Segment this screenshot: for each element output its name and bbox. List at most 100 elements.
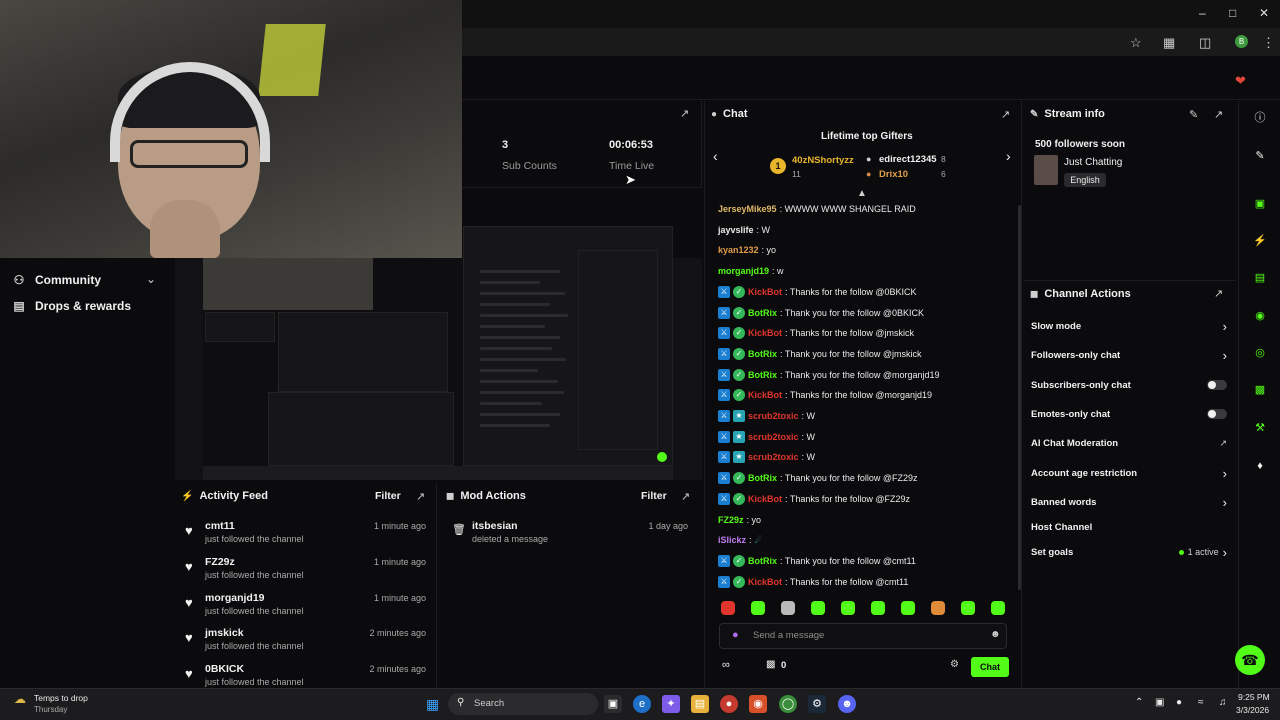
infinity-icon[interactable]: ∞ (722, 659, 730, 671)
chevron-down-icon[interactable]: ⌄ (146, 272, 156, 286)
chat-username[interactable]: BotRix (748, 556, 777, 566)
chat-scrollbar[interactable] (1018, 205, 1021, 590)
channel-action-item[interactable]: Followers-only chat › (1031, 347, 1227, 363)
channel-action-item[interactable]: Banned words › (1031, 494, 1227, 510)
pencil-icon[interactable]: ✎ (1251, 147, 1269, 165)
chat-username[interactable]: iSlickz (718, 535, 746, 545)
popout-icon[interactable]: ↗ (1214, 108, 1223, 121)
send-chat-button[interactable]: Chat (971, 657, 1009, 677)
channel-action-item[interactable]: Set goals 1 active › (1031, 544, 1227, 560)
copilot-icon[interactable]: ✦ (662, 695, 680, 713)
chat-username[interactable]: BotRix (748, 370, 777, 380)
wifi-icon[interactable]: ≈ (1198, 697, 1204, 708)
chat-bubble-icon[interactable]: ◉ (1251, 307, 1269, 325)
channel-action-item[interactable]: Subscribers-only chat (1031, 377, 1227, 393)
popout-icon[interactable]: ↗ (416, 490, 425, 503)
chevron-up-icon[interactable]: ⌃ (1135, 697, 1143, 708)
chevron-right-icon[interactable]: › (1223, 319, 1227, 334)
emote-icon[interactable] (841, 601, 855, 615)
discord-icon[interactable]: ☻ (838, 695, 856, 713)
weather-title[interactable]: Temps to drop (34, 693, 88, 703)
filter-button[interactable]: Filter (375, 490, 401, 502)
sidebar-item-community[interactable]: ⚇ Community (12, 273, 101, 287)
volume-icon[interactable]: ♫ (1219, 697, 1227, 708)
external-link-icon[interactable]: ↗ (1219, 438, 1227, 449)
emote-icon[interactable] (961, 601, 975, 615)
chrome-icon[interactable]: ◯ (779, 695, 797, 713)
emote-icon[interactable] (811, 601, 825, 615)
channel-action-item[interactable]: Host Channel (1031, 519, 1227, 535)
channel-action-item[interactable]: Emotes-only chat (1031, 406, 1227, 422)
emote-icon[interactable] (901, 601, 915, 615)
microphone-icon[interactable]: ● (732, 629, 739, 641)
chat-username[interactable]: KickBot (748, 390, 782, 400)
feed-username[interactable]: 0BKICK (205, 663, 244, 675)
microphone-tray-icon[interactable]: ● (1176, 697, 1182, 708)
popout-icon[interactable]: ↗ (1214, 287, 1223, 300)
chat-username[interactable]: morganjd19 (718, 266, 769, 276)
chevron-right-icon[interactable]: › (1223, 348, 1227, 363)
feed-username[interactable]: cmt11 (205, 520, 235, 532)
close-icon[interactable]: ✕ (1259, 6, 1269, 20)
emote-icon[interactable] (721, 601, 735, 615)
more-menu-icon[interactable]: ⋮ (1262, 35, 1275, 51)
toggle-switch[interactable] (1207, 380, 1227, 390)
chevron-right-icon[interactable]: › (1223, 466, 1227, 481)
popout-icon[interactable]: ↗ (680, 107, 689, 120)
info-icon[interactable]: ⓘ (1251, 109, 1269, 127)
obs-icon[interactable]: ◉ (749, 695, 767, 713)
store-icon[interactable]: ▩ (766, 659, 775, 670)
edge-browser-icon[interactable]: e (633, 695, 651, 713)
steam-icon[interactable]: ⚙ (808, 695, 826, 713)
clock-date[interactable]: 3/3/2026 (1236, 705, 1269, 715)
bookmark-star-icon[interactable]: ☆ (1130, 35, 1142, 51)
help-button[interactable]: ☎ (1235, 645, 1265, 675)
clipboard-icon[interactable]: ▤ (1251, 269, 1269, 287)
chat-username[interactable]: scrub2toxic (748, 411, 799, 421)
feed-username[interactable]: jmskick (205, 627, 244, 639)
emote-icon[interactable] (781, 601, 795, 615)
emote-icon[interactable] (751, 601, 765, 615)
chevron-right-icon[interactable]: › (1223, 495, 1227, 510)
chat-username[interactable]: scrub2toxic (748, 432, 799, 442)
emoji-icon[interactable]: ☻ (990, 629, 1001, 640)
wrench-icon[interactable]: ⚒ (1251, 419, 1269, 437)
chat-username[interactable]: FZ29z (718, 515, 744, 525)
taskbar-search[interactable]: ⚲ Search (448, 693, 598, 715)
edit-icon[interactable]: ✎ (1189, 108, 1198, 121)
tray-app-icon[interactable]: ▣ (1155, 697, 1164, 708)
emote-icon[interactable] (871, 601, 885, 615)
popout-icon[interactable]: ↗ (681, 490, 690, 503)
emote-icon[interactable] (991, 601, 1005, 615)
broadcast-icon[interactable]: ◎ (1251, 344, 1269, 362)
chat-username[interactable]: jayvslife (718, 225, 754, 235)
channel-action-item[interactable]: Account age restriction › (1031, 465, 1227, 481)
sidebar-item-drops[interactable]: ▤ Drops & rewards (12, 299, 131, 313)
chat-input[interactable]: ● Send a message ☻ (719, 623, 1007, 649)
filter-button[interactable]: Filter (641, 490, 667, 502)
mod-username[interactable]: itsbesian (472, 520, 518, 532)
chat-username[interactable]: scrub2toxic (748, 452, 799, 462)
task-view-icon[interactable]: ▣ (604, 695, 622, 713)
chevron-right-icon[interactable]: › (1223, 545, 1227, 560)
emote-icon[interactable] (931, 601, 945, 615)
lightning-icon[interactable]: ⚡ (1251, 232, 1269, 250)
layout-icon[interactable]: ▩ (1251, 381, 1269, 399)
maximize-icon[interactable]: □ (1229, 6, 1236, 20)
file-explorer-icon[interactable]: ▤ (691, 695, 709, 713)
stream-category[interactable]: Just Chatting (1064, 157, 1122, 168)
chat-username[interactable]: KickBot (748, 577, 782, 587)
chat-username[interactable]: BotRix (748, 473, 777, 483)
chat-username[interactable]: BotRix (748, 349, 777, 359)
channel-action-item[interactable]: Slow mode › (1031, 318, 1227, 334)
clock-time[interactable]: 9:25 PM (1238, 692, 1270, 702)
profile-avatar[interactable]: B (1235, 35, 1248, 48)
reading-list-icon[interactable]: ◫ (1199, 35, 1211, 51)
chat-username[interactable]: BotRix (748, 308, 777, 318)
feed-username[interactable]: FZ29z (205, 556, 235, 568)
feed-username[interactable]: morganjd19 (205, 592, 265, 604)
chat-username[interactable]: KickBot (748, 494, 782, 504)
shapes-icon[interactable]: ♦ (1251, 457, 1269, 475)
toggle-switch[interactable] (1207, 409, 1227, 419)
windows-start-icon[interactable]: ▦ (426, 696, 442, 712)
